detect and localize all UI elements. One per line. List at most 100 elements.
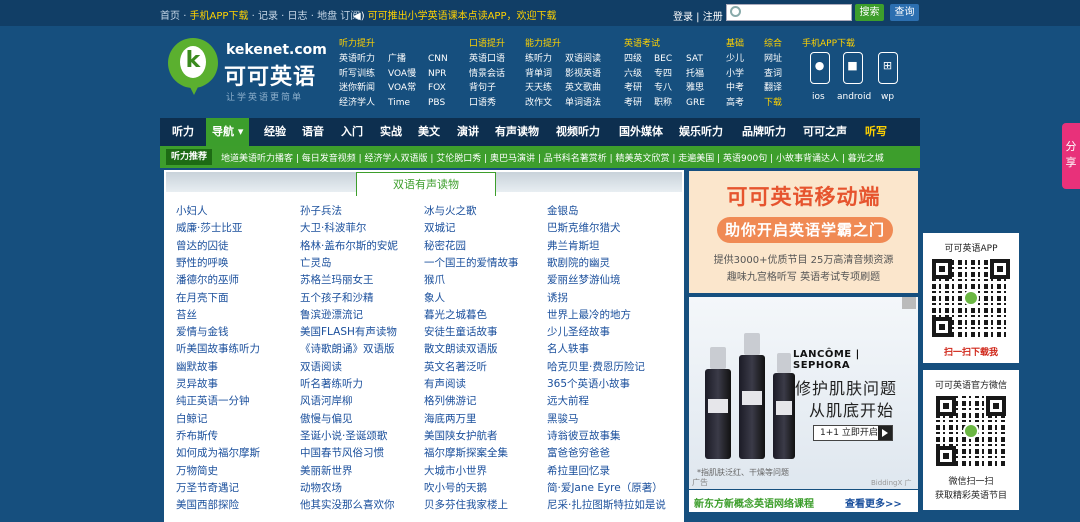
book-link[interactable]: 傲慢与偏见 bbox=[300, 411, 353, 427]
site-logo[interactable]: k kekenet.com 可可英语 让学英语更简单 bbox=[166, 37, 327, 107]
book-link[interactable]: 吹小号的天鹅 bbox=[424, 480, 487, 496]
book-link[interactable]: 少儿圣经故事 bbox=[547, 324, 610, 340]
book-link[interactable]: 亡灵岛 bbox=[300, 255, 332, 271]
book-link[interactable]: 灵异故事 bbox=[176, 376, 218, 392]
nav-item-active[interactable]: 导航 ▾ bbox=[206, 118, 250, 146]
nav-item[interactable]: 国外媒体 bbox=[619, 118, 663, 146]
header-link[interactable]: 少儿 bbox=[726, 53, 756, 66]
header-link[interactable]: 小学 bbox=[726, 68, 756, 81]
android-icon[interactable]: ■ bbox=[843, 52, 863, 84]
header-link[interactable]: 专四 bbox=[654, 68, 686, 81]
header-link[interactable]: 翻译 bbox=[764, 82, 794, 95]
book-link[interactable]: 美国FLASH有声读物 bbox=[300, 324, 397, 340]
book-link[interactable]: 格林·盖布尔斯的安妮 bbox=[300, 238, 398, 254]
book-link[interactable]: 听美国故事练听力 bbox=[176, 341, 260, 357]
book-link[interactable]: 在月亮下面 bbox=[176, 290, 229, 306]
header-link[interactable]: 查词 bbox=[764, 68, 794, 81]
book-link[interactable]: 苏格兰玛丽女王 bbox=[300, 272, 374, 288]
header-link[interactable]: 考研 bbox=[624, 97, 654, 110]
book-link[interactable]: 万圣节奇遇记 bbox=[176, 480, 239, 496]
book-link[interactable]: 简·爱Jane Eyre（原著） bbox=[547, 480, 663, 496]
header-link[interactable]: 双语阅读 bbox=[565, 53, 621, 66]
book-link[interactable]: 尼采·扎拉图斯特拉如是说 bbox=[547, 497, 666, 513]
nav-item-label[interactable]: 导航 bbox=[212, 125, 234, 138]
book-link[interactable]: 纯正英语一分钟 bbox=[176, 393, 250, 409]
search-input[interactable] bbox=[745, 6, 849, 19]
windows-phone-icon[interactable]: ⊞ bbox=[878, 52, 898, 84]
nav-item[interactable]: 可可之声 bbox=[803, 118, 847, 146]
header-link[interactable]: 英语口语 bbox=[469, 53, 519, 66]
header-link[interactable]: 网址 bbox=[764, 53, 794, 66]
header-link[interactable]: 背句子 bbox=[469, 82, 519, 95]
book-link[interactable]: 秘密花园 bbox=[424, 238, 466, 254]
ad-close-icon[interactable] bbox=[902, 297, 916, 309]
book-link[interactable]: 白鲸记 bbox=[176, 411, 208, 427]
search-button[interactable]: 搜索 bbox=[855, 4, 884, 21]
book-link[interactable]: 《诗歌朗诵》双语版 bbox=[300, 341, 395, 357]
header-link[interactable]: 英文歌曲 bbox=[565, 82, 621, 95]
book-link[interactable]: 世界上最冷的地方 bbox=[547, 307, 631, 323]
header-link[interactable]: 改作文 bbox=[525, 97, 565, 110]
book-link[interactable]: 海底两万里 bbox=[424, 411, 477, 427]
book-link[interactable]: 万物简史 bbox=[176, 463, 218, 479]
header-link[interactable]: 高考 bbox=[726, 97, 756, 110]
header-link[interactable]: 托福 bbox=[686, 68, 714, 81]
book-link[interactable]: 乔布斯传 bbox=[176, 428, 218, 444]
book-link[interactable]: 风语河岸柳 bbox=[300, 393, 353, 409]
more-link[interactable]: 查看更多>> bbox=[845, 495, 902, 510]
book-link[interactable]: 野性的呼唤 bbox=[176, 255, 229, 271]
book-link[interactable]: 远大前程 bbox=[547, 393, 589, 409]
book-link[interactable]: 幽默故事 bbox=[176, 359, 218, 375]
header-link[interactable]: 经济学人 bbox=[339, 97, 388, 110]
header-link[interactable]: 天天练 bbox=[525, 82, 565, 95]
book-link[interactable]: 英文名著泛听 bbox=[424, 359, 487, 375]
nav-item[interactable]: 入门 bbox=[341, 118, 363, 146]
header-link[interactable]: 中考 bbox=[726, 82, 756, 95]
book-link[interactable]: 诗翁彼豆故事集 bbox=[547, 428, 621, 444]
nav-item[interactable]: 有声读物 bbox=[495, 118, 539, 146]
subnav-links[interactable]: 地道美语听力播客 | 每日发音视频 | 经济学人双语版 | 艾伦脱口秀 | 奥巴… bbox=[221, 151, 884, 164]
nav-item[interactable]: 视频听力 bbox=[556, 118, 600, 146]
header-link[interactable]: PBS bbox=[428, 97, 458, 110]
header-link[interactable]: 下载 bbox=[764, 97, 794, 110]
query-button[interactable]: 查询 bbox=[890, 4, 919, 21]
header-link[interactable]: BEC bbox=[654, 53, 686, 66]
search-box[interactable] bbox=[726, 4, 852, 21]
book-link[interactable]: 365个英语小故事 bbox=[547, 376, 630, 392]
nav-item[interactable]: 品牌听力 bbox=[742, 118, 786, 146]
book-link[interactable]: 歌剧院的幽灵 bbox=[547, 255, 610, 271]
lancome-ad[interactable]: LANCÔME | SEPHORA 修护肌肤问题 从肌底开始 1+1 立即开启 … bbox=[689, 297, 918, 489]
nav-item[interactable]: 实战 bbox=[380, 118, 402, 146]
nav-item[interactable]: 娱乐听力 bbox=[679, 118, 723, 146]
login-link[interactable]: 登录 bbox=[673, 12, 693, 23]
ios-icon[interactable]: ● bbox=[810, 52, 830, 84]
register-link[interactable]: 注册 bbox=[703, 12, 723, 23]
book-link[interactable]: 动物农场 bbox=[300, 480, 342, 496]
header-link[interactable]: 广播 bbox=[388, 53, 428, 66]
book-link[interactable]: 暮光之城暮色 bbox=[424, 307, 487, 323]
mobile-app-ad[interactable]: 可可英语移动端 助你开启英语学霸之门 提供3000+优质节目 25万高清音频资源… bbox=[689, 171, 918, 293]
book-link[interactable]: 黑骏马 bbox=[547, 411, 579, 427]
tab-bilingual-audiobooks[interactable]: 双语有声读物 bbox=[356, 172, 496, 196]
header-link[interactable]: 英语听力 bbox=[339, 53, 388, 66]
book-link[interactable]: 希拉里回忆录 bbox=[547, 463, 610, 479]
header-link[interactable]: 单词语法 bbox=[565, 97, 621, 110]
book-link[interactable]: 大卫·科波菲尔 bbox=[300, 220, 366, 236]
book-link[interactable]: 诱拐 bbox=[547, 290, 568, 306]
book-link[interactable]: 有声阅读 bbox=[424, 376, 466, 392]
home-link[interactable]: 首页 bbox=[160, 11, 180, 22]
header-link[interactable]: NPR bbox=[428, 68, 458, 81]
header-link[interactable]: VOA常 bbox=[388, 82, 428, 95]
book-link[interactable]: 圣诞小说·圣诞颂歌 bbox=[300, 428, 387, 444]
header-link[interactable]: SAT bbox=[686, 53, 714, 66]
book-link[interactable]: 孙子兵法 bbox=[300, 203, 342, 219]
nav-item[interactable]: 语音 bbox=[302, 118, 324, 146]
book-link[interactable]: 巴斯克维尔猎犬 bbox=[547, 220, 621, 236]
header-link[interactable]: FOX bbox=[428, 82, 458, 95]
app-platform-label[interactable]: wp bbox=[881, 92, 894, 102]
book-link[interactable]: 格列佛游记 bbox=[424, 393, 477, 409]
header-link[interactable]: VOA慢 bbox=[388, 68, 428, 81]
header-link[interactable]: 雅思 bbox=[686, 82, 714, 95]
book-link[interactable]: 中国春节风俗习惯 bbox=[300, 445, 384, 461]
book-link[interactable]: 美国陕女护航者 bbox=[424, 428, 498, 444]
